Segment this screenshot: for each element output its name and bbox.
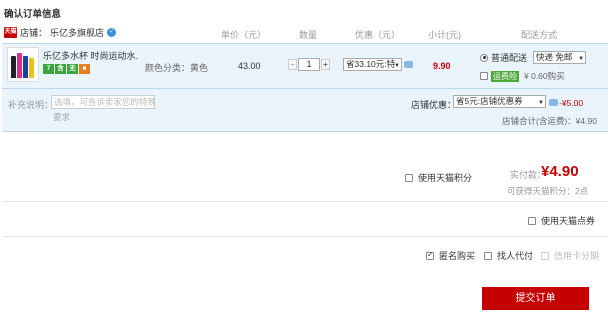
anonymous-purchase-option: 匿名购买 (426, 249, 475, 262)
item-subtotal: 9.90 (433, 61, 451, 71)
paid-amount: ¥4.90 (541, 163, 579, 180)
credit-installment-option: 信用卡分期 (541, 249, 599, 262)
freight-included-icon: 含 (55, 64, 66, 74)
shop-promo-info-icon[interactable] (549, 99, 558, 106)
credit-installment-checkbox[interactable] (541, 251, 549, 260)
col-header-shipping: 配送方式 (521, 30, 558, 40)
credit-installment-label: 信用卡分期 (554, 251, 600, 261)
wangwang-chat-icon[interactable]: ✓ (107, 28, 117, 37)
shop-info: 天猫 店铺： 乐亿多旗舰店 ✓ (4, 26, 117, 39)
tmall-badge-icon: 天猫 (4, 27, 17, 38)
shop-discount-amount: -¥5.00 (559, 98, 584, 108)
service-badges: 7 含 无 ■ (43, 64, 90, 74)
quantity-stepper: − 1 + (288, 58, 330, 71)
page-title: 确认订单信息 (4, 9, 62, 20)
proxy-pay-label: 找人代付 (497, 251, 534, 261)
col-header-qty: 数量 (299, 30, 318, 40)
item-promo-value: 省33.10元:特 (346, 59, 396, 69)
item-promo-select[interactable]: 省33.10元:特 ▼ (343, 58, 402, 71)
tmall-points-label: 使用天猫积分 (418, 173, 473, 183)
promo-info-icon[interactable] (404, 61, 413, 68)
product-thumbnail[interactable] (7, 47, 39, 82)
freight-insurance-badge: 运费险 (491, 70, 519, 82)
shop-label: 店铺： (20, 28, 48, 38)
tmall-points-option: 使用天猫积分 (405, 171, 472, 184)
anonymous-checkbox[interactable] (426, 250, 434, 260)
tmall-coupon-option: 使用天猫点券 (528, 214, 595, 227)
shop-promo-label: 店铺优惠： (411, 100, 457, 110)
shop-name-link[interactable]: 乐亿多旗舰店 (50, 26, 104, 39)
col-header-discount: 优惠（元） (355, 30, 401, 40)
tmall-coupon-checkbox[interactable] (528, 216, 536, 225)
submit-order-button[interactable]: 提交订单 (482, 287, 589, 310)
proxy-pay-option: 找人代付 (484, 249, 533, 262)
freight-insurance-row: 运费险 ¥ 0.60购买 (480, 70, 565, 82)
col-header-price: 单价（元） (221, 30, 267, 40)
tmall-coupon-label: 使用天猫点券 (541, 216, 596, 226)
note-label: 补充说明： (8, 100, 54, 110)
shipping-select[interactable]: 快递 免邮 ▼ (533, 51, 587, 64)
unit-price: 43.00 (238, 61, 261, 71)
sku-text: 颜色分类：黄色 (145, 63, 209, 73)
shop-total: 店铺合计(含运费)：¥4.90 (502, 116, 597, 126)
product-title-link[interactable]: 乐亿多水杯 时尚运动水... (43, 49, 139, 62)
note-input[interactable]: 选填，可告诉卖家您的特殊 (51, 95, 155, 109)
shipping-method-row: 普通配送 快递 免邮 ▼ (480, 51, 587, 64)
shipping-select-value: 快递 免邮 (536, 52, 573, 62)
increase-qty-button[interactable]: + (321, 59, 330, 70)
freight-insurance-fee: ¥ 0.60购买 (524, 71, 565, 81)
seven-day-return-icon: 7 (43, 64, 54, 74)
col-header-subtotal: 小计(元) (428, 30, 461, 40)
note-input-overflow: 要求 (53, 112, 71, 122)
shop-promo-value: 省5元:店铺优惠券 (456, 96, 523, 106)
quantity-input[interactable]: 1 (298, 58, 320, 71)
points-earned: 可获得天猫积分：2点 (507, 186, 589, 196)
chevron-down-icon: ▼ (578, 56, 585, 62)
shop-promo-select[interactable]: 省5元:店铺优惠券 ▼ (453, 95, 546, 108)
divider (2, 236, 608, 237)
divider (2, 201, 608, 202)
shipping-option-label: 普通配送 (491, 53, 528, 63)
invoice-icon: ■ (79, 64, 90, 74)
chevron-down-icon: ▼ (394, 63, 400, 69)
no-worry-icon: 无 (67, 64, 78, 74)
tmall-points-checkbox[interactable] (405, 173, 413, 182)
freight-insurance-checkbox[interactable] (480, 72, 488, 80)
proxy-pay-checkbox[interactable] (484, 251, 492, 260)
anonymous-label: 匿名购买 (439, 251, 476, 261)
decrease-qty-button[interactable]: − (288, 59, 297, 70)
chevron-down-icon: ▼ (538, 100, 544, 106)
shipping-radio[interactable] (480, 53, 488, 62)
